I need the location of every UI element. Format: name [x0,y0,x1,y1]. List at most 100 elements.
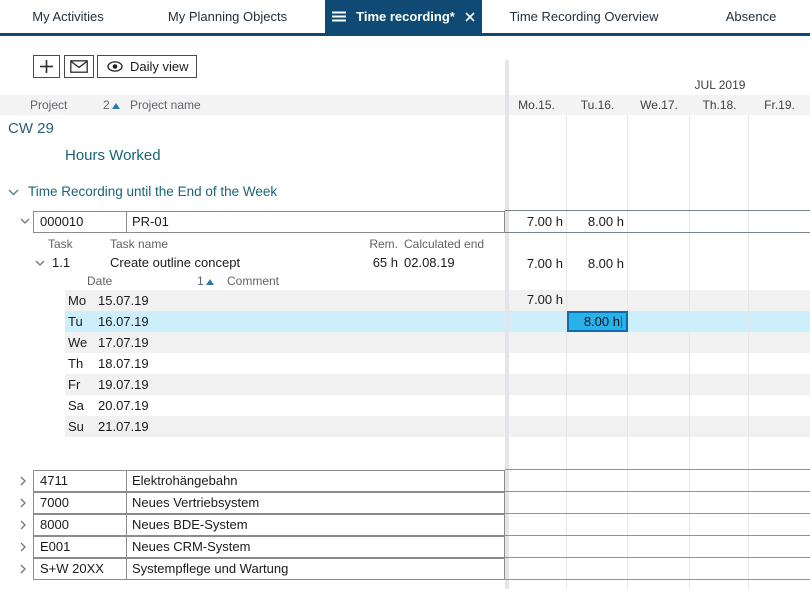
date-row-day: Fr [68,374,80,395]
grid-column-line [566,115,567,589]
sort-asc-icon [112,103,120,109]
column-header-task-name[interactable]: Task name [110,237,168,251]
collapse-icon-section[interactable] [8,189,19,196]
hamburger-icon [332,11,346,22]
date-row-tu[interactable]: Tu 16.07.19 [65,311,810,332]
date-row-mo[interactable]: Mo 15.07.19 [65,290,810,311]
sort-asc-icon [206,279,214,285]
grid-column-line [748,115,749,589]
date-row-day: Th [68,353,83,374]
cell-divider [126,212,127,232]
time-recording-app: My Activities My Planning Objects Time r… [0,0,810,589]
cell-divider [126,537,127,557]
day-header-we: We.17. [628,95,690,115]
column-header-project[interactable]: Project [30,95,67,115]
close-icon[interactable] [465,12,475,22]
task-calculated-end: 02.08.19 [404,255,455,270]
day-header-tu: Tu.16. [567,95,628,115]
project-hours-mo[interactable]: 7.00 h [507,214,563,230]
day-header-th: Th.18. [690,95,749,115]
tab-label: My Planning Objects [168,9,287,24]
daily-view-button[interactable]: Daily view [97,55,197,78]
column-header-rem[interactable]: Rem. [360,237,398,251]
project-hours-tu[interactable]: 8.00 h [568,214,624,230]
task-id[interactable]: 1.1 [52,255,70,270]
tab-my-planning-objects[interactable]: My Planning Objects [150,0,305,33]
sort-indicator-project[interactable]: 2 [103,95,120,115]
date-row-day: Sa [68,395,84,416]
tab-time-recording-overview[interactable]: Time Recording Overview [495,0,673,33]
column-header-project-name[interactable]: Project name [130,95,201,115]
column-header-task[interactable]: Task [48,237,73,251]
date-row-date: 19.07.19 [98,374,149,395]
date-row-th[interactable]: Th 18.07.19 [65,353,810,374]
project-id: 7000 [40,493,69,513]
expand-icon[interactable] [20,542,26,552]
tab-absence[interactable]: Absence [700,0,802,33]
column-header-comment[interactable]: Comment [227,274,279,288]
project-row[interactable]: 000010 PR-01 [33,211,505,233]
section-title[interactable]: Time Recording until the End of the Week [28,184,277,199]
grid-row-line [505,579,810,580]
tab-label: My Activities [32,9,104,24]
grid-row-line [505,210,810,211]
project-list-row[interactable]: 7000 Neues Vertriebsystem [33,492,505,514]
day-hours-tu-edit-cell[interactable]: 8.00 h [567,311,628,332]
project-name: Neues Vertriebsystem [132,493,259,513]
day-hours-mo[interactable]: 7.00 h [507,292,563,308]
cell-divider [126,515,127,535]
tab-label: Time recording* [356,9,455,24]
sort-indicator-date[interactable]: 1 [197,274,214,288]
grid-row-line [505,513,810,514]
date-row-we[interactable]: We 17.07.19 [65,332,810,353]
cell-divider [126,493,127,513]
task-name[interactable]: Create outline concept [110,255,240,270]
cell-divider [126,471,127,491]
date-row-fr[interactable]: Fr 19.07.19 [65,374,810,395]
tab-my-activities[interactable]: My Activities [18,0,118,33]
task-hours-tu[interactable]: 8.00 h [568,256,624,272]
date-row-sa[interactable]: Sa 20.07.19 [65,395,810,416]
tab-bar-underline [0,33,810,36]
project-list-row[interactable]: E001 Neues CRM-System [33,536,505,558]
day-hours-tu-value: 8.00 h [584,314,620,329]
date-row-date: 17.07.19 [98,332,149,353]
date-row-su[interactable]: Su 21.07.19 [65,416,810,437]
project-list-row[interactable]: S+W 20XX Systempflege und Wartung [33,558,505,580]
expand-icon[interactable] [20,476,26,486]
project-id: 000010 [40,212,83,232]
mail-button[interactable] [64,55,94,78]
collapse-icon-project[interactable] [20,218,30,224]
column-header-date[interactable]: Date [87,274,112,288]
day-header-fr: Fr.19. [749,95,810,115]
collapse-icon-task[interactable] [35,260,45,266]
measure-title: Hours Worked [65,147,161,164]
date-row-day: Su [68,416,84,437]
pane-separator[interactable] [505,60,509,589]
project-list-row[interactable]: 8000 Neues BDE-System [33,514,505,536]
grid-row-line [505,469,810,470]
date-row-date: 15.07.19 [98,290,149,311]
expand-icon[interactable] [20,498,26,508]
add-button[interactable] [33,55,60,78]
project-list-row[interactable]: 4711 Elektrohängebahn [33,470,505,492]
envelope-icon [70,60,88,73]
project-name: PR-01 [132,212,169,232]
project-id: 4711 [40,471,68,491]
date-row-date: 20.07.19 [98,395,149,416]
column-header-calculated-end[interactable]: Calculated end [404,237,484,251]
eye-icon [107,61,123,72]
date-row-day: Mo [68,290,86,311]
project-name: Elektrohängebahn [132,471,238,491]
expand-icon[interactable] [20,520,26,530]
project-name: Neues BDE-System [132,515,248,535]
expand-icon[interactable] [20,564,26,574]
month-label: JUL 2019 [680,78,760,92]
tab-time-recording[interactable]: Time recording* [325,0,482,33]
project-name: Neues CRM-System [132,537,250,557]
project-id: 8000 [40,515,69,535]
sort-order: 2 [103,98,110,112]
task-hours-mo[interactable]: 7.00 h [507,256,563,272]
project-id: S+W 20XX [40,559,104,579]
plus-icon [39,59,54,74]
